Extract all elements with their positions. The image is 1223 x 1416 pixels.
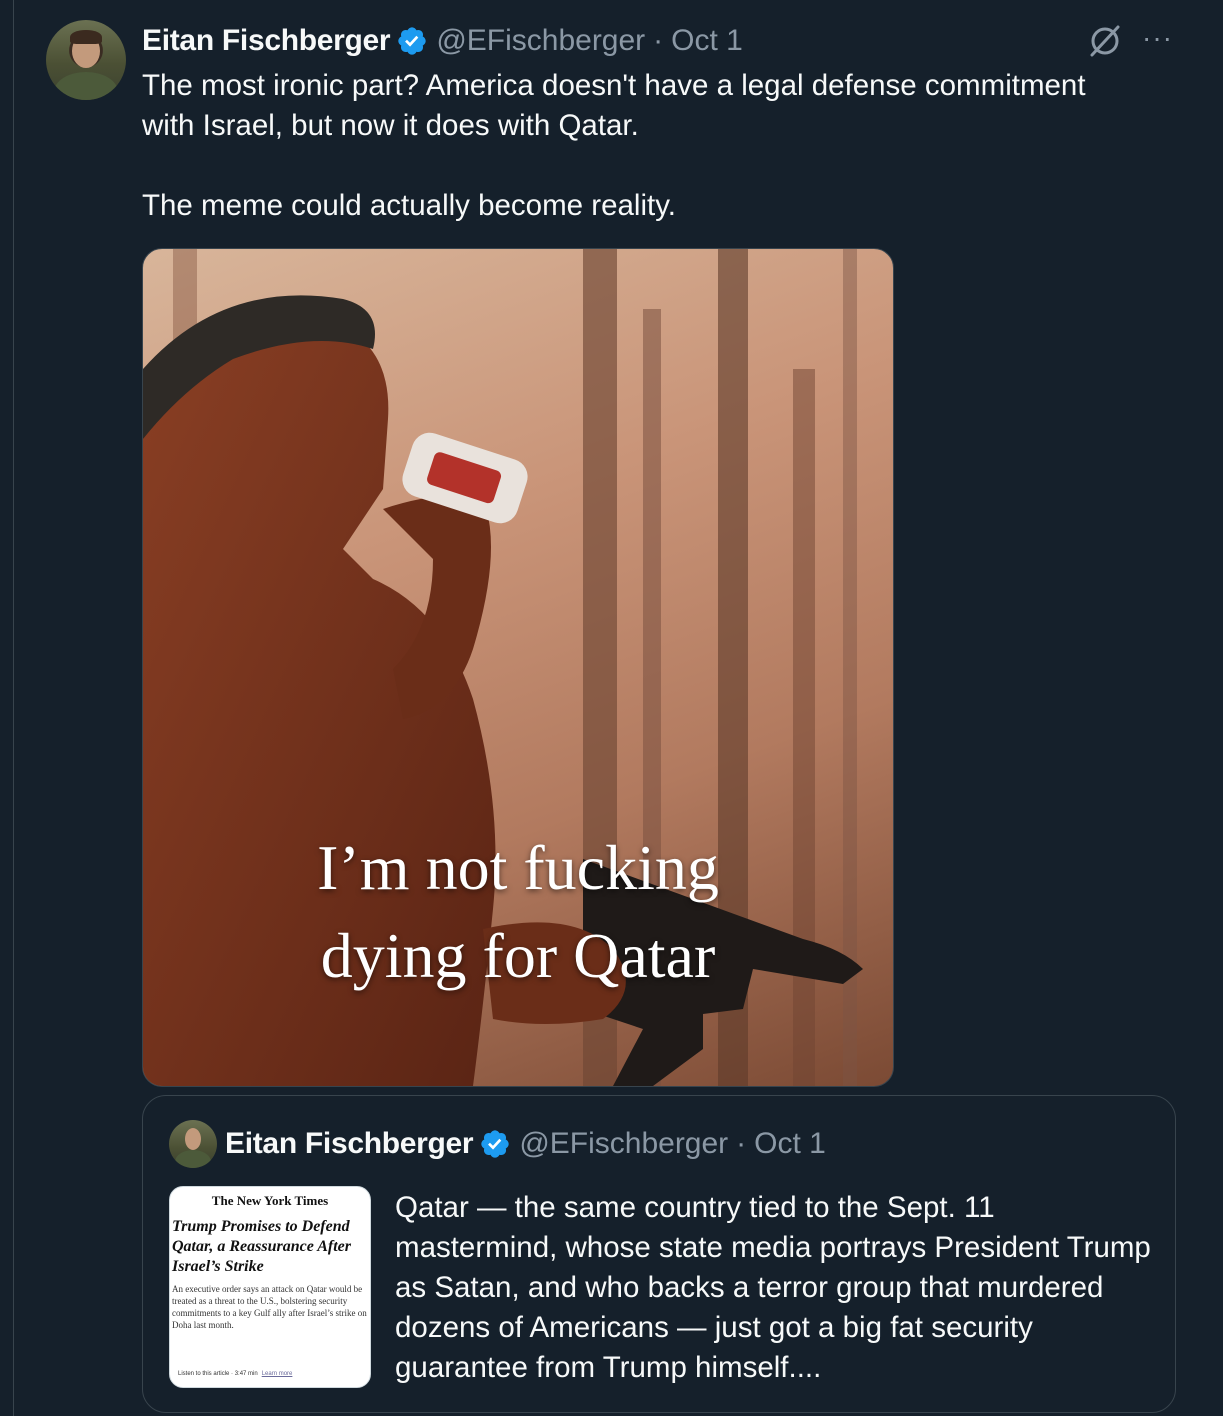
quoted-author-handle[interactable]: @EFischberger — [519, 1127, 728, 1161]
avatar-hair — [70, 30, 102, 44]
verified-badge-icon[interactable] — [479, 1128, 511, 1160]
header-separator: · — [736, 1127, 747, 1160]
article-listen-text: Listen to this article · 3:47 min — [178, 1371, 258, 1377]
tweet-header: Eitan Fischberger @EFischberger · Oct 1 — [142, 20, 743, 62]
tweet-timestamp[interactable]: Oct 1 — [671, 24, 743, 58]
author-name[interactable]: Eitan Fischberger — [142, 24, 391, 58]
avatar-shoulders — [54, 72, 118, 100]
meme-caption-line-2: dying for Qatar — [320, 920, 716, 991]
tweet-text: The most ironic part? America doesn't ha… — [142, 69, 1086, 222]
header-separator: · — [653, 24, 664, 57]
verified-badge-icon[interactable] — [396, 25, 428, 57]
more-options-icon[interactable]: ··· — [1142, 24, 1178, 52]
meme-caption-line-1: I’m not fucking — [317, 832, 719, 903]
avatar-shoulders — [175, 1150, 211, 1168]
article-thumbnail[interactable]: The New York Times Trump Promises to Def… — [169, 1186, 371, 1388]
avatar-head — [185, 1128, 201, 1150]
author-avatar[interactable] — [46, 20, 126, 100]
article-source-logo: The New York Times — [211, 1193, 329, 1208]
grok-icon[interactable] — [1088, 24, 1122, 58]
tweet-media-image[interactable]: I’m not fucking dying for Qatar — [142, 248, 894, 1087]
article-summary: An executive order says an attack on Qat… — [172, 1284, 367, 1330]
quoted-author-avatar[interactable] — [169, 1120, 217, 1168]
quoted-tweet-text: Qatar — the same country tied to the Sep… — [395, 1191, 1151, 1384]
quoted-tweet-header: Eitan Fischberger @EFischberger · Oct 1 — [225, 1122, 826, 1166]
tweet[interactable]: Eitan Fischberger @EFischberger · Oct 1 … — [0, 0, 1223, 1416]
article-learn-more: Learn more — [261, 1371, 293, 1377]
quoted-author-name[interactable]: Eitan Fischberger — [225, 1127, 474, 1161]
article-listen-line: Listen to this article · 3:47 min Learn m… — [178, 1371, 364, 1377]
quoted-tweet[interactable]: Eitan Fischberger @EFischberger · Oct 1 … — [142, 1095, 1176, 1413]
article-headline: Trump Promises to Defend Qatar, a Reassu… — [172, 1218, 351, 1275]
author-handle[interactable]: @EFischberger — [436, 24, 645, 58]
quoted-tweet-timestamp[interactable]: Oct 1 — [754, 1127, 826, 1161]
